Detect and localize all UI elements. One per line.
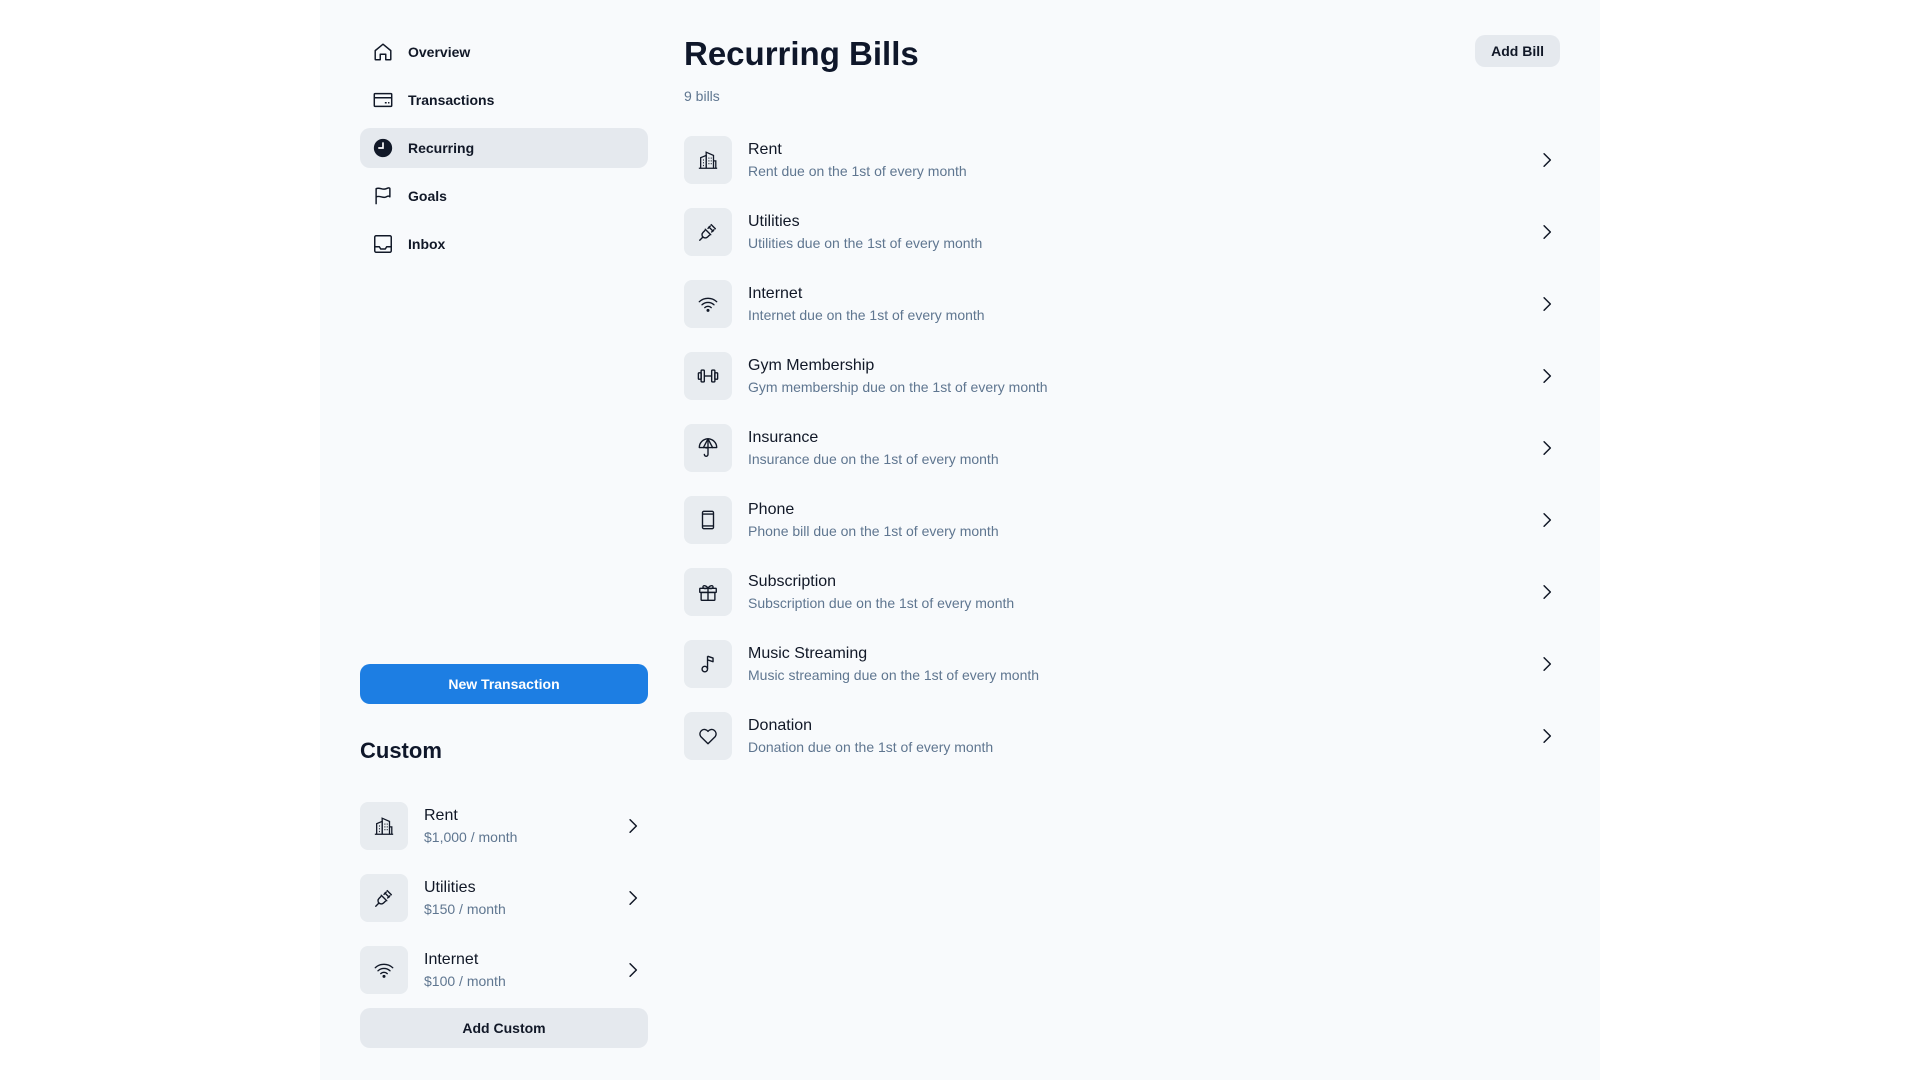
bill-item-title: Rent <box>748 141 782 158</box>
bill-item-subtitle: Subscription due on the 1st of every mon… <box>748 595 1015 611</box>
sidebar-item-transactions[interactable]: Transactions <box>360 80 648 120</box>
bill-item-subtitle: Insurance due on the 1st of every month <box>748 451 999 467</box>
page-title: Recurring Bills <box>684 35 919 72</box>
custom-item-rent[interactable]: Rent $1,000 / month <box>360 790 648 862</box>
sidebar-item-label: Recurring <box>408 140 475 156</box>
custom-item-internet[interactable]: Internet $100 / month <box>360 934 648 1006</box>
bill-item-text: Internet Internet due on the 1st of ever… <box>748 284 1536 324</box>
chevron-right-icon[interactable] <box>622 959 644 981</box>
sidebar-item-label: Transactions <box>408 92 495 108</box>
custom-item-utilities[interactable]: Utilities $150 / month <box>360 862 648 934</box>
clock-icon <box>372 137 394 159</box>
chevron-right-icon[interactable] <box>1536 581 1558 603</box>
chevron-right-icon[interactable] <box>1536 653 1558 675</box>
sidebar-item-inbox[interactable]: Inbox <box>360 224 648 264</box>
music-note-icon <box>684 640 732 688</box>
building-icon <box>684 136 732 184</box>
bill-item-donation[interactable]: Donation Donation due on the 1st of ever… <box>684 700 1560 772</box>
umbrella-icon <box>684 424 732 472</box>
bill-item-subtitle: Gym membership due on the 1st of every m… <box>748 379 1048 395</box>
sidebar: Overview Transactions Recurring Goals In… <box>360 32 648 1052</box>
bill-item-title: Utilities <box>748 213 800 230</box>
bill-item-text: Gym Membership Gym membership due on the… <box>748 356 1536 396</box>
bill-item-title: Phone <box>748 501 795 518</box>
inbox-icon <box>372 233 394 255</box>
add-bill-button[interactable]: Add Bill <box>1475 35 1560 67</box>
custom-item-text: Internet $100 / month <box>424 950 622 990</box>
custom-list: Rent $1,000 / month Utilities $150 / mon… <box>360 790 648 1006</box>
bill-item-subtitle: Utilities due on the 1st of every month <box>748 235 983 251</box>
bill-item-internet[interactable]: Internet Internet due on the 1st of ever… <box>684 268 1560 340</box>
credit-card-icon <box>372 89 394 111</box>
bill-item-title: Donation <box>748 717 813 734</box>
bill-item-subtitle: Music streaming due on the 1st of every … <box>748 667 1040 683</box>
bill-item-title: Music Streaming <box>748 645 868 662</box>
bill-item-text: Utilities Utilities due on the 1st of ev… <box>748 212 1536 252</box>
wifi-icon <box>684 280 732 328</box>
bill-item-title: Insurance <box>748 429 819 446</box>
custom-item-text: Rent $1,000 / month <box>424 806 622 846</box>
plug-icon <box>360 874 408 922</box>
chevron-right-icon[interactable] <box>1536 725 1558 747</box>
chevron-right-icon[interactable] <box>1536 437 1558 459</box>
sidebar-item-label: Goals <box>408 188 447 204</box>
chevron-right-icon[interactable] <box>1536 365 1558 387</box>
main-content: Recurring Bills 9 bills Add Bill Rent Re… <box>684 32 1560 760</box>
bill-item-text: Donation Donation due on the 1st of ever… <box>748 716 1536 756</box>
bill-item-title: Internet <box>748 285 803 302</box>
chevron-right-icon[interactable] <box>1536 293 1558 315</box>
bill-item-gym-membership[interactable]: Gym Membership Gym membership due on the… <box>684 340 1560 412</box>
chevron-right-icon[interactable] <box>1536 221 1558 243</box>
sidebar-item-label: Overview <box>408 44 471 60</box>
custom-item-text: Utilities $150 / month <box>424 878 622 918</box>
bill-item-phone[interactable]: Phone Phone bill due on the 1st of every… <box>684 484 1560 556</box>
sidebar-item-overview[interactable]: Overview <box>360 32 648 72</box>
chevron-right-icon[interactable] <box>1536 509 1558 531</box>
bill-item-text: Subscription Subscription due on the 1st… <box>748 572 1536 612</box>
home-icon <box>372 41 394 63</box>
app-window: Overview Transactions Recurring Goals In… <box>320 0 1600 1080</box>
bill-item-subtitle: Phone bill due on the 1st of every month <box>748 523 999 539</box>
gift-icon <box>684 568 732 616</box>
sidebar-item-goals[interactable]: Goals <box>360 176 648 216</box>
sidebar-nav: Overview Transactions Recurring Goals In… <box>360 32 648 264</box>
wifi-icon <box>360 946 408 994</box>
bill-item-subscription[interactable]: Subscription Subscription due on the 1st… <box>684 556 1560 628</box>
bill-item-rent[interactable]: Rent Rent due on the 1st of every month <box>684 124 1560 196</box>
bill-item-text: Music Streaming Music streaming due on t… <box>748 644 1536 684</box>
new-transaction-button[interactable]: New Transaction <box>360 664 648 704</box>
chevron-right-icon[interactable] <box>622 815 644 837</box>
bill-item-utilities[interactable]: Utilities Utilities due on the 1st of ev… <box>684 196 1560 268</box>
custom-item-amount: $150 / month <box>424 901 506 917</box>
bill-list: Rent Rent due on the 1st of every month … <box>684 124 1560 772</box>
custom-item-title: Rent <box>424 807 458 824</box>
sidebar-item-recurring[interactable]: Recurring <box>360 128 648 168</box>
add-custom-button[interactable]: Add Custom <box>360 1008 648 1048</box>
bill-item-subtitle: Donation due on the 1st of every month <box>748 739 994 755</box>
phone-icon <box>684 496 732 544</box>
bill-item-subtitle: Internet due on the 1st of every month <box>748 307 985 323</box>
flag-icon <box>372 185 394 207</box>
plug-icon <box>684 208 732 256</box>
sidebar-item-label: Inbox <box>408 236 446 252</box>
heart-icon <box>684 712 732 760</box>
custom-item-title: Internet <box>424 951 479 968</box>
chevron-right-icon[interactable] <box>622 887 644 909</box>
bill-item-text: Phone Phone bill due on the 1st of every… <box>748 500 1536 540</box>
bill-item-title: Gym Membership <box>748 357 875 374</box>
custom-item-amount: $100 / month <box>424 973 506 989</box>
bill-item-insurance[interactable]: Insurance Insurance due on the 1st of ev… <box>684 412 1560 484</box>
bill-item-text: Rent Rent due on the 1st of every month <box>748 140 1536 180</box>
bill-item-title: Subscription <box>748 573 837 590</box>
bill-item-music-streaming[interactable]: Music Streaming Music streaming due on t… <box>684 628 1560 700</box>
building-icon <box>360 802 408 850</box>
bill-item-subtitle: Rent due on the 1st of every month <box>748 163 967 179</box>
dumbbell-icon <box>684 352 732 400</box>
chevron-right-icon[interactable] <box>1536 149 1558 171</box>
bill-count: 9 bills <box>684 88 720 104</box>
bill-item-text: Insurance Insurance due on the 1st of ev… <box>748 428 1536 468</box>
custom-item-amount: $1,000 / month <box>424 829 518 845</box>
custom-item-title: Utilities <box>424 879 476 896</box>
custom-section-title: Custom <box>360 738 442 763</box>
